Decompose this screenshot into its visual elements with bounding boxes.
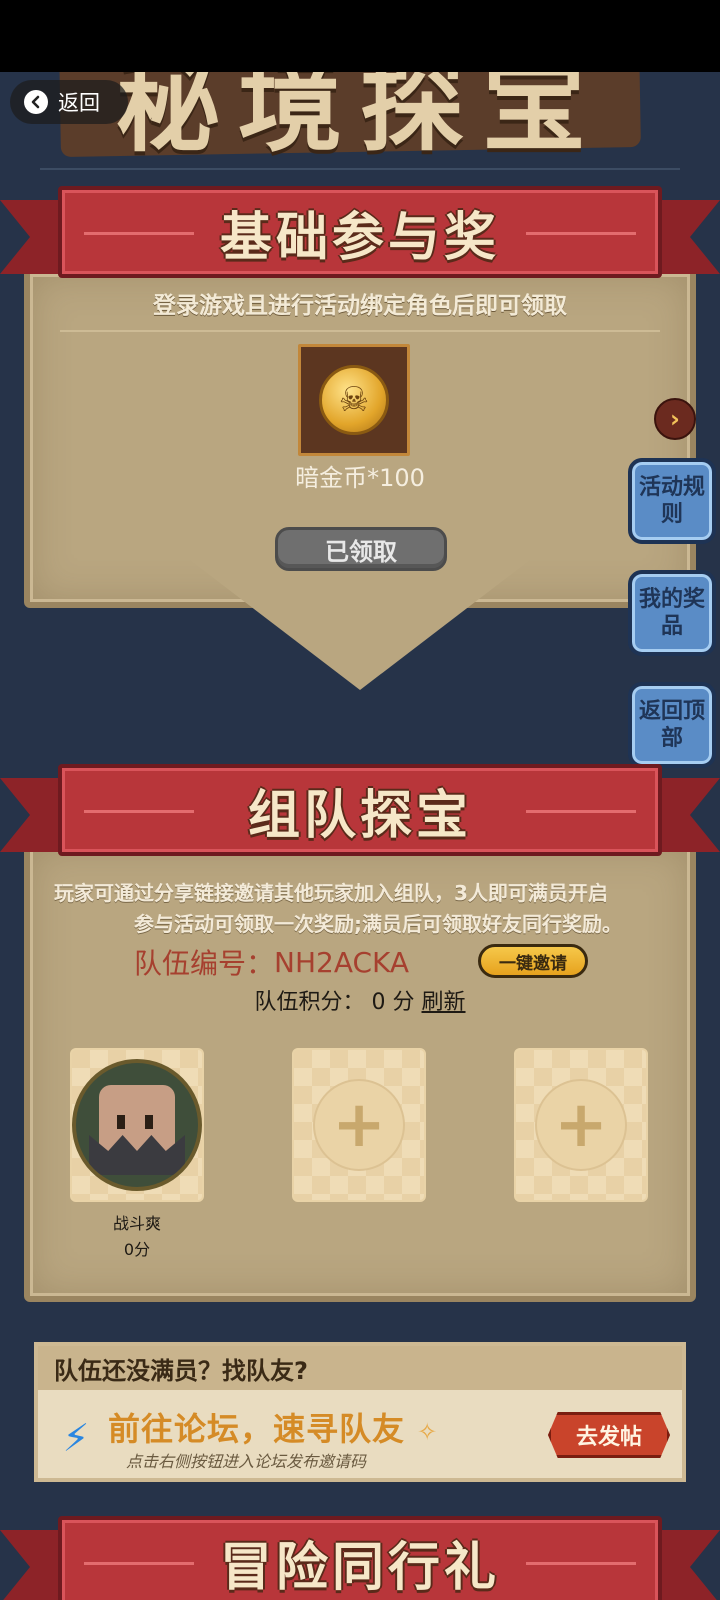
section-title-adventure: 冒险同行礼 (219, 1537, 500, 1598)
forum-promo-card: 队伍还没满员？找队友? ⚡ 前往论坛，速寻队友 ✧ 点击右侧按钮进入论坛发布邀请… (34, 1342, 686, 1482)
back-label: 返回 (58, 91, 100, 115)
chevron-left-icon (24, 90, 48, 114)
status-bar (0, 0, 720, 72)
member-slot-empty[interactable]: + (514, 1048, 648, 1202)
plus-icon: + (313, 1079, 405, 1171)
promo-hint: 点击右侧按钮进入论坛发布邀请码 (126, 1452, 367, 1471)
score-value: 0 分 (371, 990, 415, 1015)
reward-name: 暗金币*100 (295, 464, 425, 492)
member-slot-1 (70, 1048, 204, 1202)
member-name: 战斗爽 (112, 1214, 161, 1233)
promo-main-label: 前往论坛，速寻队友 (108, 1410, 406, 1448)
invite-button[interactable]: 一键邀请 (478, 944, 588, 978)
promo-main-text: 前往论坛，速寻队友 ✧ (108, 1404, 438, 1450)
team-description: 玩家可通过分享链接邀请其他玩家加入组队，3人即可满员开启 参与活动可领取一次奖励… (54, 878, 674, 940)
team-desc-line1: 玩家可通过分享链接邀请其他玩家加入组队，3人即可满员开启 (54, 881, 608, 905)
plus-icon: + (535, 1079, 627, 1171)
team-id-label: 队伍编号： (134, 947, 275, 980)
avatar (72, 1059, 202, 1191)
ribbon-deco-right (526, 1562, 636, 1565)
chevron-right-icon: › (670, 405, 680, 433)
basic-reward-subtitle: 登录游戏且进行活动绑定角色后即可领取 (153, 293, 567, 319)
member-slot-empty[interactable]: + (292, 1048, 426, 1202)
score-label: 队伍积分： (254, 990, 365, 1015)
ribbon-body: 冒险同行礼 (58, 1516, 662, 1600)
sparkle-arrow-icon: ✧ (417, 1418, 439, 1446)
back-to-top-button[interactable]: 返回顶部 (628, 682, 716, 768)
ribbon-deco-left (84, 232, 194, 235)
separator (60, 330, 660, 332)
next-arrow-button[interactable]: › (654, 398, 696, 440)
rules-button[interactable]: 活动规则 (628, 458, 716, 544)
go-post-button[interactable]: 去发帖 (548, 1412, 670, 1458)
adventure-ribbon: 冒险同行礼 (0, 1512, 720, 1600)
ribbon-deco-left (84, 1562, 194, 1565)
team-id-value: NH2ACKA (274, 945, 410, 979)
my-prizes-button[interactable]: 我的奖品 (628, 570, 716, 656)
divider (40, 168, 680, 170)
panel-tip (190, 560, 530, 690)
team-ribbon: 组队探宝 (0, 760, 720, 870)
reward-item-box: ☠ (298, 344, 410, 456)
basic-reward-ribbon: 基础参与奖 (0, 182, 720, 292)
skull-coin-icon: ☠ (319, 365, 389, 435)
page-title: 秘境探宝 (115, 72, 604, 162)
ribbon-deco-left (84, 810, 194, 813)
avatar-figure (99, 1085, 175, 1165)
team-id: 队伍编号： NH2ACKA (134, 944, 410, 981)
claimed-button[interactable]: 已领取 (275, 527, 447, 571)
promo-header: 队伍还没满员？找队友? (38, 1346, 682, 1390)
team-desc-line2: 参与活动可领取一次奖励;满员后可领取好友同行奖励。 (134, 912, 622, 936)
ribbon-body: 基础参与奖 (58, 186, 662, 278)
member-score: 0分 (123, 1240, 151, 1259)
back-button[interactable]: 返回 (10, 80, 128, 124)
section-title-basic: 基础参与奖 (219, 207, 500, 268)
section-title-team: 组队探宝 (247, 785, 472, 846)
lightning-icon: ⚡ (62, 1416, 90, 1460)
team-score: 队伍积分： 0 分 刷新 (0, 984, 720, 1016)
refresh-link[interactable]: 刷新 (422, 990, 466, 1015)
ribbon-body: 组队探宝 (58, 764, 662, 856)
ribbon-deco-right (526, 232, 636, 235)
ribbon-deco-right (526, 810, 636, 813)
